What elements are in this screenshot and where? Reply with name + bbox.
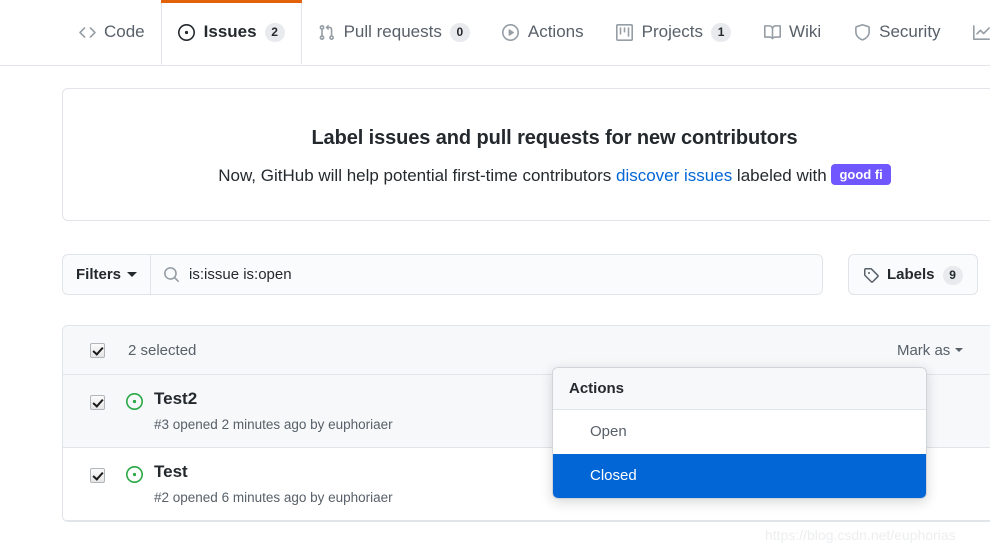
project-icon — [616, 23, 634, 41]
tab-security[interactable]: Security — [837, 0, 956, 65]
tab-pull-requests-label: Pull requests — [344, 22, 442, 42]
issue-checkbox[interactable] — [90, 395, 105, 410]
labels-button-label: Labels — [887, 266, 935, 283]
tab-pull-requests[interactable]: Pull requests 0 — [302, 0, 486, 65]
tab-code-label: Code — [104, 22, 145, 42]
good-first-issue-label[interactable]: good fi — [831, 164, 890, 185]
tab-security-label: Security — [879, 22, 940, 42]
issue-title[interactable]: Test — [154, 460, 393, 484]
filters-button-label: Filters — [76, 266, 121, 283]
issue-opened-icon — [178, 23, 196, 41]
actions-dropdown-item-closed[interactable]: Closed — [553, 454, 926, 498]
tab-code[interactable]: Code — [62, 0, 161, 65]
issue-title[interactable]: Test2 — [154, 387, 393, 411]
issue-meta: #2 opened 6 minutes ago by euphoriaer — [154, 489, 393, 507]
banner-text-before: Now, GitHub will help potential first-ti… — [218, 166, 616, 185]
search-icon — [163, 266, 180, 283]
discover-issues-link[interactable]: discover issues — [616, 166, 732, 185]
graph-icon — [973, 23, 990, 41]
tab-issues-count: 2 — [265, 23, 285, 42]
new-contributors-banner: Label issues and pull requests for new c… — [62, 88, 990, 221]
issue-content: Test #2 opened 6 minutes ago by euphoria… — [154, 460, 393, 507]
selected-count-label: 2 selected — [128, 342, 196, 359]
actions-dropdown-menu: Actions Open Closed — [552, 367, 927, 499]
mark-as-label: Mark as — [897, 342, 950, 359]
tab-issues[interactable]: Issues 2 — [161, 0, 302, 65]
banner-text-after: labeled with — [732, 166, 831, 185]
tab-wiki[interactable]: Wiki — [747, 0, 837, 65]
bulk-actions: Mark as Label — [897, 342, 990, 359]
labels-count: 9 — [943, 266, 963, 285]
tab-projects[interactable]: Projects 1 — [600, 0, 747, 65]
issue-checkbox[interactable] — [90, 468, 105, 483]
tab-actions[interactable]: Actions — [486, 0, 600, 65]
issue-content: Test2 #3 opened 2 minutes ago by euphori… — [154, 387, 393, 434]
tab-insights[interactable]: Insig — [957, 0, 990, 65]
search-input[interactable] — [189, 266, 810, 283]
watermark: https://blog.csdn.net/euphorias — [765, 527, 956, 543]
actions-dropdown-header: Actions — [553, 368, 926, 410]
book-icon — [763, 23, 781, 41]
tab-projects-label: Projects — [642, 22, 703, 42]
tab-pull-requests-count: 0 — [450, 23, 470, 42]
repo-nav: Code Issues 2 Pull requests 0 Actions Pr… — [0, 0, 990, 66]
actions-dropdown-item-open[interactable]: Open — [553, 410, 926, 454]
shield-icon — [853, 23, 871, 41]
labels-button[interactable]: Labels 9 — [848, 254, 978, 295]
filters-button[interactable]: Filters — [62, 254, 150, 295]
banner-body: Now, GitHub will help potential first-ti… — [63, 150, 990, 186]
issue-opened-icon — [126, 393, 143, 410]
play-icon — [502, 23, 520, 41]
issue-meta: #3 opened 2 minutes ago by euphoriaer — [154, 416, 393, 434]
tag-icon — [863, 267, 879, 283]
select-all-checkbox[interactable] — [90, 343, 105, 358]
mark-as-dropdown[interactable]: Mark as — [897, 342, 963, 359]
tab-projects-count: 1 — [711, 23, 731, 42]
banner-title: Label issues and pull requests for new c… — [63, 89, 990, 150]
chevron-down-icon — [127, 272, 137, 277]
tab-issues-label: Issues — [204, 22, 257, 42]
issue-opened-icon — [126, 466, 143, 483]
code-icon — [78, 23, 96, 41]
tab-actions-label: Actions — [528, 22, 584, 42]
filter-bar: Filters — [62, 254, 823, 295]
git-pull-request-icon — [318, 23, 336, 41]
tab-wiki-label: Wiki — [789, 22, 821, 42]
search-box[interactable] — [150, 254, 823, 295]
chevron-down-icon — [955, 348, 963, 352]
